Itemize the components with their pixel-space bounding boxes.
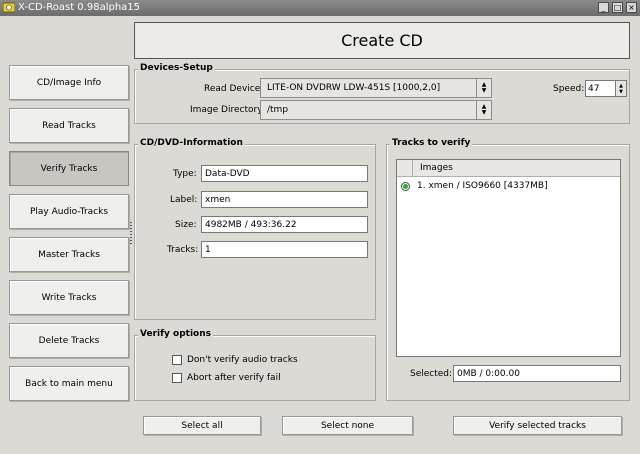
verify-options-title: Verify options	[138, 329, 213, 339]
tracks-list[interactable]: Images 1. xmen / ISO9660 [4337MB]	[396, 159, 621, 357]
tracks-field: 1	[201, 241, 368, 258]
header-corner	[397, 160, 413, 176]
tracks-to-verify-title: Tracks to verify	[390, 138, 473, 148]
read-device-value: LITE-ON DVDRW LDW-451S [1000,2,0]	[267, 83, 441, 93]
spin-arrows-icon[interactable]: ▲ ▼	[615, 81, 626, 96]
tracks-label: Tracks:	[167, 245, 199, 255]
select-all-button[interactable]: Select all	[143, 416, 261, 435]
dont-verify-audio-label: Don't verify audio tracks	[187, 355, 298, 365]
updown-arrows-icon: ▲ ▼	[476, 79, 491, 97]
type-field: Data-DVD	[201, 165, 368, 182]
sidebar-item-write-tracks[interactable]: Write Tracks	[9, 280, 129, 315]
image-directory-select[interactable]: /tmp ▲ ▼	[260, 100, 492, 120]
list-item[interactable]: 1. xmen / ISO9660 [4337MB]	[397, 179, 620, 193]
image-directory-label: Image Directory:	[190, 105, 265, 115]
select-none-button[interactable]: Select none	[282, 416, 413, 435]
type-label: Type:	[173, 169, 197, 179]
updown-arrows-icon: ▲ ▼	[476, 101, 491, 119]
abort-after-fail-label: Abort after verify fail	[187, 373, 281, 383]
devices-setup-title: Devices-Setup	[138, 63, 215, 73]
dont-verify-audio-checkbox[interactable]	[172, 355, 182, 365]
sidebar-item-verify-tracks[interactable]: Verify Tracks	[9, 151, 129, 186]
window-title: X-CD-Roast 0.98alpha15	[18, 2, 141, 13]
read-device-label: Read Device:	[204, 84, 264, 94]
selected-label: Selected:	[410, 369, 453, 379]
page-title: Create CD	[134, 22, 630, 59]
title-bar[interactable]: X-CD-Roast 0.98alpha15 _ □ ×	[0, 0, 640, 16]
selected-field: 0MB / 0:00.00	[453, 365, 621, 382]
size-label: Size:	[175, 220, 197, 230]
verify-selected-tracks-button[interactable]: Verify selected tracks	[453, 416, 622, 435]
images-column-header[interactable]: Images	[413, 163, 453, 173]
speed-label: Speed:	[553, 84, 585, 94]
tracks-list-header: Images	[397, 160, 620, 177]
pane-resize-grip[interactable]	[130, 222, 132, 244]
sidebar-item-back-to-main-menu[interactable]: Back to main menu	[9, 366, 129, 401]
speed-value: 47	[588, 83, 600, 94]
sidebar-item-read-tracks[interactable]: Read Tracks	[9, 108, 129, 143]
close-button[interactable]: ×	[626, 2, 637, 13]
app-icon	[3, 2, 15, 13]
verify-options-group: Verify options	[134, 329, 376, 401]
track-status-icon	[401, 181, 410, 191]
minimize-button[interactable]: _	[598, 2, 609, 13]
read-device-select[interactable]: LITE-ON DVDRW LDW-451S [1000,2,0] ▲ ▼	[260, 78, 492, 98]
maximize-button[interactable]: □	[612, 2, 623, 13]
image-directory-value: /tmp	[267, 105, 289, 115]
label-label: Label:	[170, 195, 198, 205]
size-field: 4982MB / 493:36.22	[201, 216, 368, 233]
sidebar-item-play-audio-tracks[interactable]: Play Audio-Tracks	[9, 194, 129, 229]
window-controls: _ □ ×	[598, 2, 637, 13]
abort-after-fail-checkbox[interactable]	[172, 373, 182, 383]
cd-dvd-information-title: CD/DVD-Information	[138, 138, 245, 148]
speed-spinner[interactable]: 47 ▲ ▼	[585, 80, 627, 97]
track-label: 1. xmen / ISO9660 [4337MB]	[417, 181, 548, 191]
label-field: xmen	[201, 191, 368, 208]
sidebar-item-master-tracks[interactable]: Master Tracks	[9, 237, 129, 272]
sidebar-item-cd-image-info[interactable]: CD/Image Info	[9, 65, 129, 100]
sidebar-item-delete-tracks[interactable]: Delete Tracks	[9, 323, 129, 358]
